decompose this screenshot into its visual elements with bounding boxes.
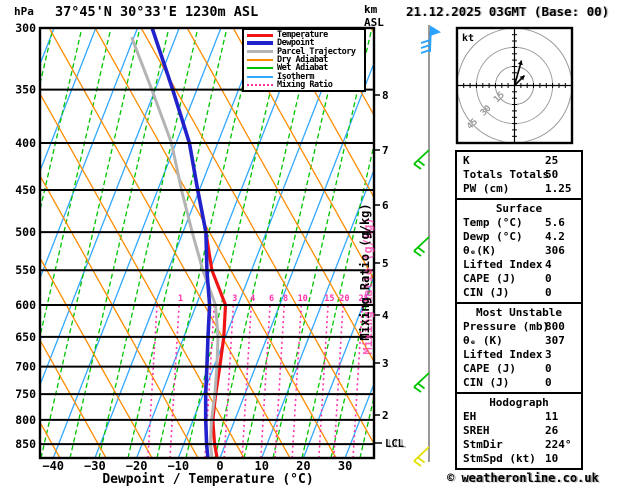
index-label: StmDir: [463, 438, 503, 451]
index-label: θₑ(K): [463, 244, 497, 257]
index-value: 3: [545, 348, 552, 361]
indices-section-header: Hodograph: [489, 396, 549, 409]
indices-section-header: Most Unstable: [475, 306, 563, 319]
index-value: 25: [545, 154, 559, 167]
index-row: CAPE (J) 0: [457, 272, 581, 286]
index-value: 306: [545, 244, 565, 257]
index-row: Totals Totals 50: [457, 168, 581, 182]
index-row: Lifted Index 4: [457, 258, 581, 272]
index-row: θₑ (K) 307: [457, 334, 581, 348]
index-label: θₑ (K): [463, 334, 503, 347]
index-label: PW (cm): [463, 182, 510, 195]
index-row: StmSpd (kt) 10: [457, 452, 581, 466]
index-row: θₑ(K) 306: [457, 244, 581, 258]
index-label: StmSpd (kt): [463, 452, 536, 465]
index-label: CAPE (J): [463, 272, 516, 285]
index-row: Pressure (mb) 800: [457, 320, 581, 334]
index-value: 224°: [545, 438, 572, 451]
index-label: Totals Totals: [463, 168, 550, 181]
index-row: Temp (°C) 5.6: [457, 216, 581, 230]
index-label: Dewp (°C): [463, 230, 523, 243]
indices-section-header: Surface: [495, 202, 543, 215]
index-value: 0: [545, 286, 552, 299]
index-row: CAPE (J) 0: [457, 362, 581, 376]
indices-section: Hodograph EH 11 SREH 26 StmDir 224° StmSpd (kt)…: [455, 392, 583, 470]
index-label: Temp (°C): [463, 216, 523, 229]
index-value: 4: [545, 258, 552, 271]
index-value: 4.2: [545, 230, 565, 243]
skewt-page: 300 350 400 450 500 550 600 650 700 750 800 850 1 3 4 6…: [0, 0, 629, 486]
index-value: 0: [545, 362, 552, 375]
index-value: 0: [545, 376, 552, 389]
index-label: CIN (J): [463, 376, 510, 389]
indices-section: K 25 Totals Totals 50 PW (cm) 1.25: [455, 150, 583, 200]
index-row: Lifted Index 3: [457, 348, 581, 362]
index-label: Lifted Index: [463, 258, 543, 271]
index-value: 307: [545, 334, 565, 347]
index-row: CIN (J) 0: [457, 376, 581, 390]
index-row: Dewp (°C) 4.2: [457, 230, 581, 244]
index-row: PW (cm) 1.25: [457, 182, 581, 196]
index-value: 50: [545, 168, 559, 181]
index-value: 5.6: [545, 216, 565, 229]
index-label: CIN (J): [463, 286, 510, 299]
index-label: Pressure (mb): [463, 320, 550, 333]
index-label: CAPE (J): [463, 362, 516, 375]
index-row: EH 11: [457, 410, 581, 424]
index-label: Lifted Index: [463, 348, 543, 361]
index-row: StmDir 224°: [457, 438, 581, 452]
indices-section: Most Unstable Pressure (mb) 800 θₑ (K) 307 Li…: [455, 302, 583, 394]
index-value: 10: [545, 452, 559, 465]
indices-section: Surface Temp (°C) 5.6 Dewp (°C) 4.2 θₑ(K) 306 L…: [455, 198, 583, 304]
index-value: 1.25: [545, 182, 572, 195]
index-label: SREH: [463, 424, 490, 437]
hodograph-unit-label: kt: [462, 33, 474, 44]
index-row: CIN (J) 0: [457, 286, 581, 300]
index-value: 0: [545, 272, 552, 285]
index-value: 800: [545, 320, 565, 333]
index-label: K: [463, 154, 470, 167]
indices-panel: K 25 Totals Totals 50 PW (cm) 1.25 Surface Temp…: [455, 150, 583, 470]
index-value: 26: [545, 424, 559, 437]
index-label: EH: [463, 410, 477, 423]
index-value: 11: [545, 410, 559, 423]
index-row: SREH 26: [457, 424, 581, 438]
index-row: K 25: [457, 154, 581, 168]
